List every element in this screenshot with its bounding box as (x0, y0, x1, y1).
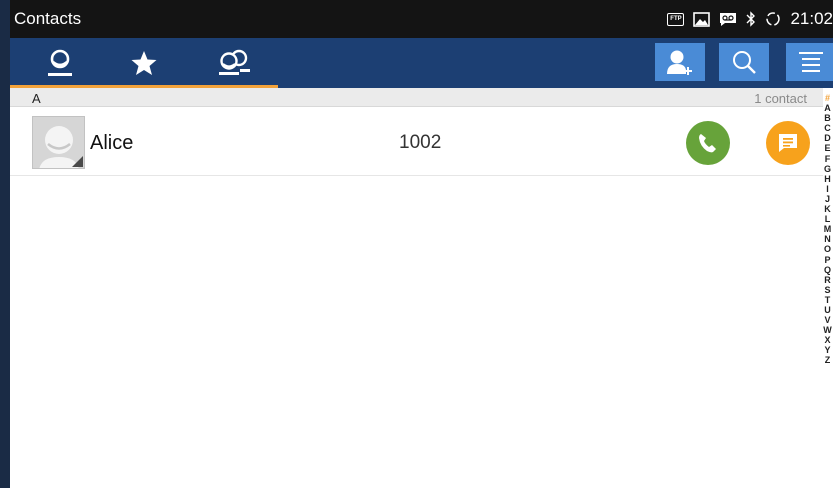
contact-row[interactable]: Alice 1002 (10, 108, 823, 176)
app-title: Contacts (14, 9, 82, 28)
alpha-index-letter[interactable]: L (825, 214, 831, 224)
alpha-index-letter[interactable]: Q (824, 265, 831, 275)
add-contact-icon (667, 50, 692, 75)
alpha-index-letter[interactable]: S (824, 285, 830, 295)
voicemail-icon (719, 12, 737, 27)
menu-icon (799, 52, 823, 72)
message-button[interactable] (766, 121, 810, 165)
alpha-index-letter[interactable]: N (824, 234, 831, 244)
contact-count: 1 contact (754, 91, 807, 106)
call-button[interactable] (686, 121, 730, 165)
group-icon (219, 49, 250, 75)
alpha-index-letter[interactable]: # (825, 93, 830, 103)
ftp-label: FTP (667, 12, 685, 26)
status-bar: Contacts FTP 21:02 (10, 0, 833, 38)
ftp-icon: FTP (667, 12, 685, 26)
section-header: A 1 contact (10, 88, 823, 107)
alpha-index-letter[interactable]: Z (825, 355, 831, 365)
message-icon (779, 134, 797, 152)
alpha-index-letter[interactable]: T (825, 295, 831, 305)
alpha-index-letter[interactable]: V (824, 315, 830, 325)
section-letter: A (32, 91, 41, 106)
alpha-index-letter[interactable]: Y (824, 345, 830, 355)
alpha-index-letter[interactable]: M (824, 224, 832, 234)
search-icon (733, 51, 756, 74)
alpha-index-letter[interactable]: C (824, 123, 831, 133)
clock-time: 21:02 (790, 9, 833, 28)
avatar[interactable] (32, 116, 85, 169)
image-icon (693, 11, 711, 27)
alpha-index-letter[interactable]: X (824, 335, 830, 345)
alpha-index-letter[interactable]: R (824, 275, 831, 285)
alpha-index-letter[interactable]: F (825, 154, 831, 164)
phone-icon (699, 134, 716, 153)
tab-groups[interactable] (190, 38, 278, 88)
alpha-index-letter[interactable]: U (824, 305, 831, 315)
search-button[interactable] (719, 43, 769, 81)
bluetooth-icon (746, 11, 756, 27)
alpha-index-letter[interactable]: G (824, 164, 831, 174)
contact-name: Alice (90, 132, 134, 154)
alpha-index-letter[interactable]: D (824, 133, 831, 143)
toolbar (10, 38, 833, 88)
sync-icon (765, 11, 781, 27)
tab-contacts[interactable] (22, 38, 98, 88)
alpha-index-letter[interactable]: J (825, 194, 830, 204)
alpha-index-letter[interactable]: P (824, 255, 830, 265)
add-contact-button[interactable] (655, 43, 705, 81)
alpha-index-letter[interactable]: E (824, 143, 830, 153)
contact-number: 1002 (399, 132, 442, 153)
alpha-index-letter[interactable]: K (824, 204, 831, 214)
alpha-index-letter[interactable]: H (824, 174, 831, 184)
status-icons: FTP 21:02 (667, 9, 833, 29)
avatar-corner-indicator (72, 156, 83, 167)
window-frame-left (0, 0, 10, 488)
alpha-index-letter[interactable]: O (824, 244, 831, 254)
alpha-index-letter[interactable]: W (823, 325, 832, 335)
alphabet-index[interactable]: # A B C D E F G H I J K L M N O P Q R S … (822, 93, 833, 366)
alpha-index-letter[interactable]: B (824, 113, 831, 123)
star-icon (131, 51, 157, 75)
alpha-index-letter[interactable]: A (824, 103, 831, 113)
person-icon (48, 49, 72, 76)
tab-favorites[interactable] (108, 38, 180, 88)
alpha-index-letter[interactable]: I (826, 184, 829, 194)
menu-button[interactable] (786, 43, 833, 81)
